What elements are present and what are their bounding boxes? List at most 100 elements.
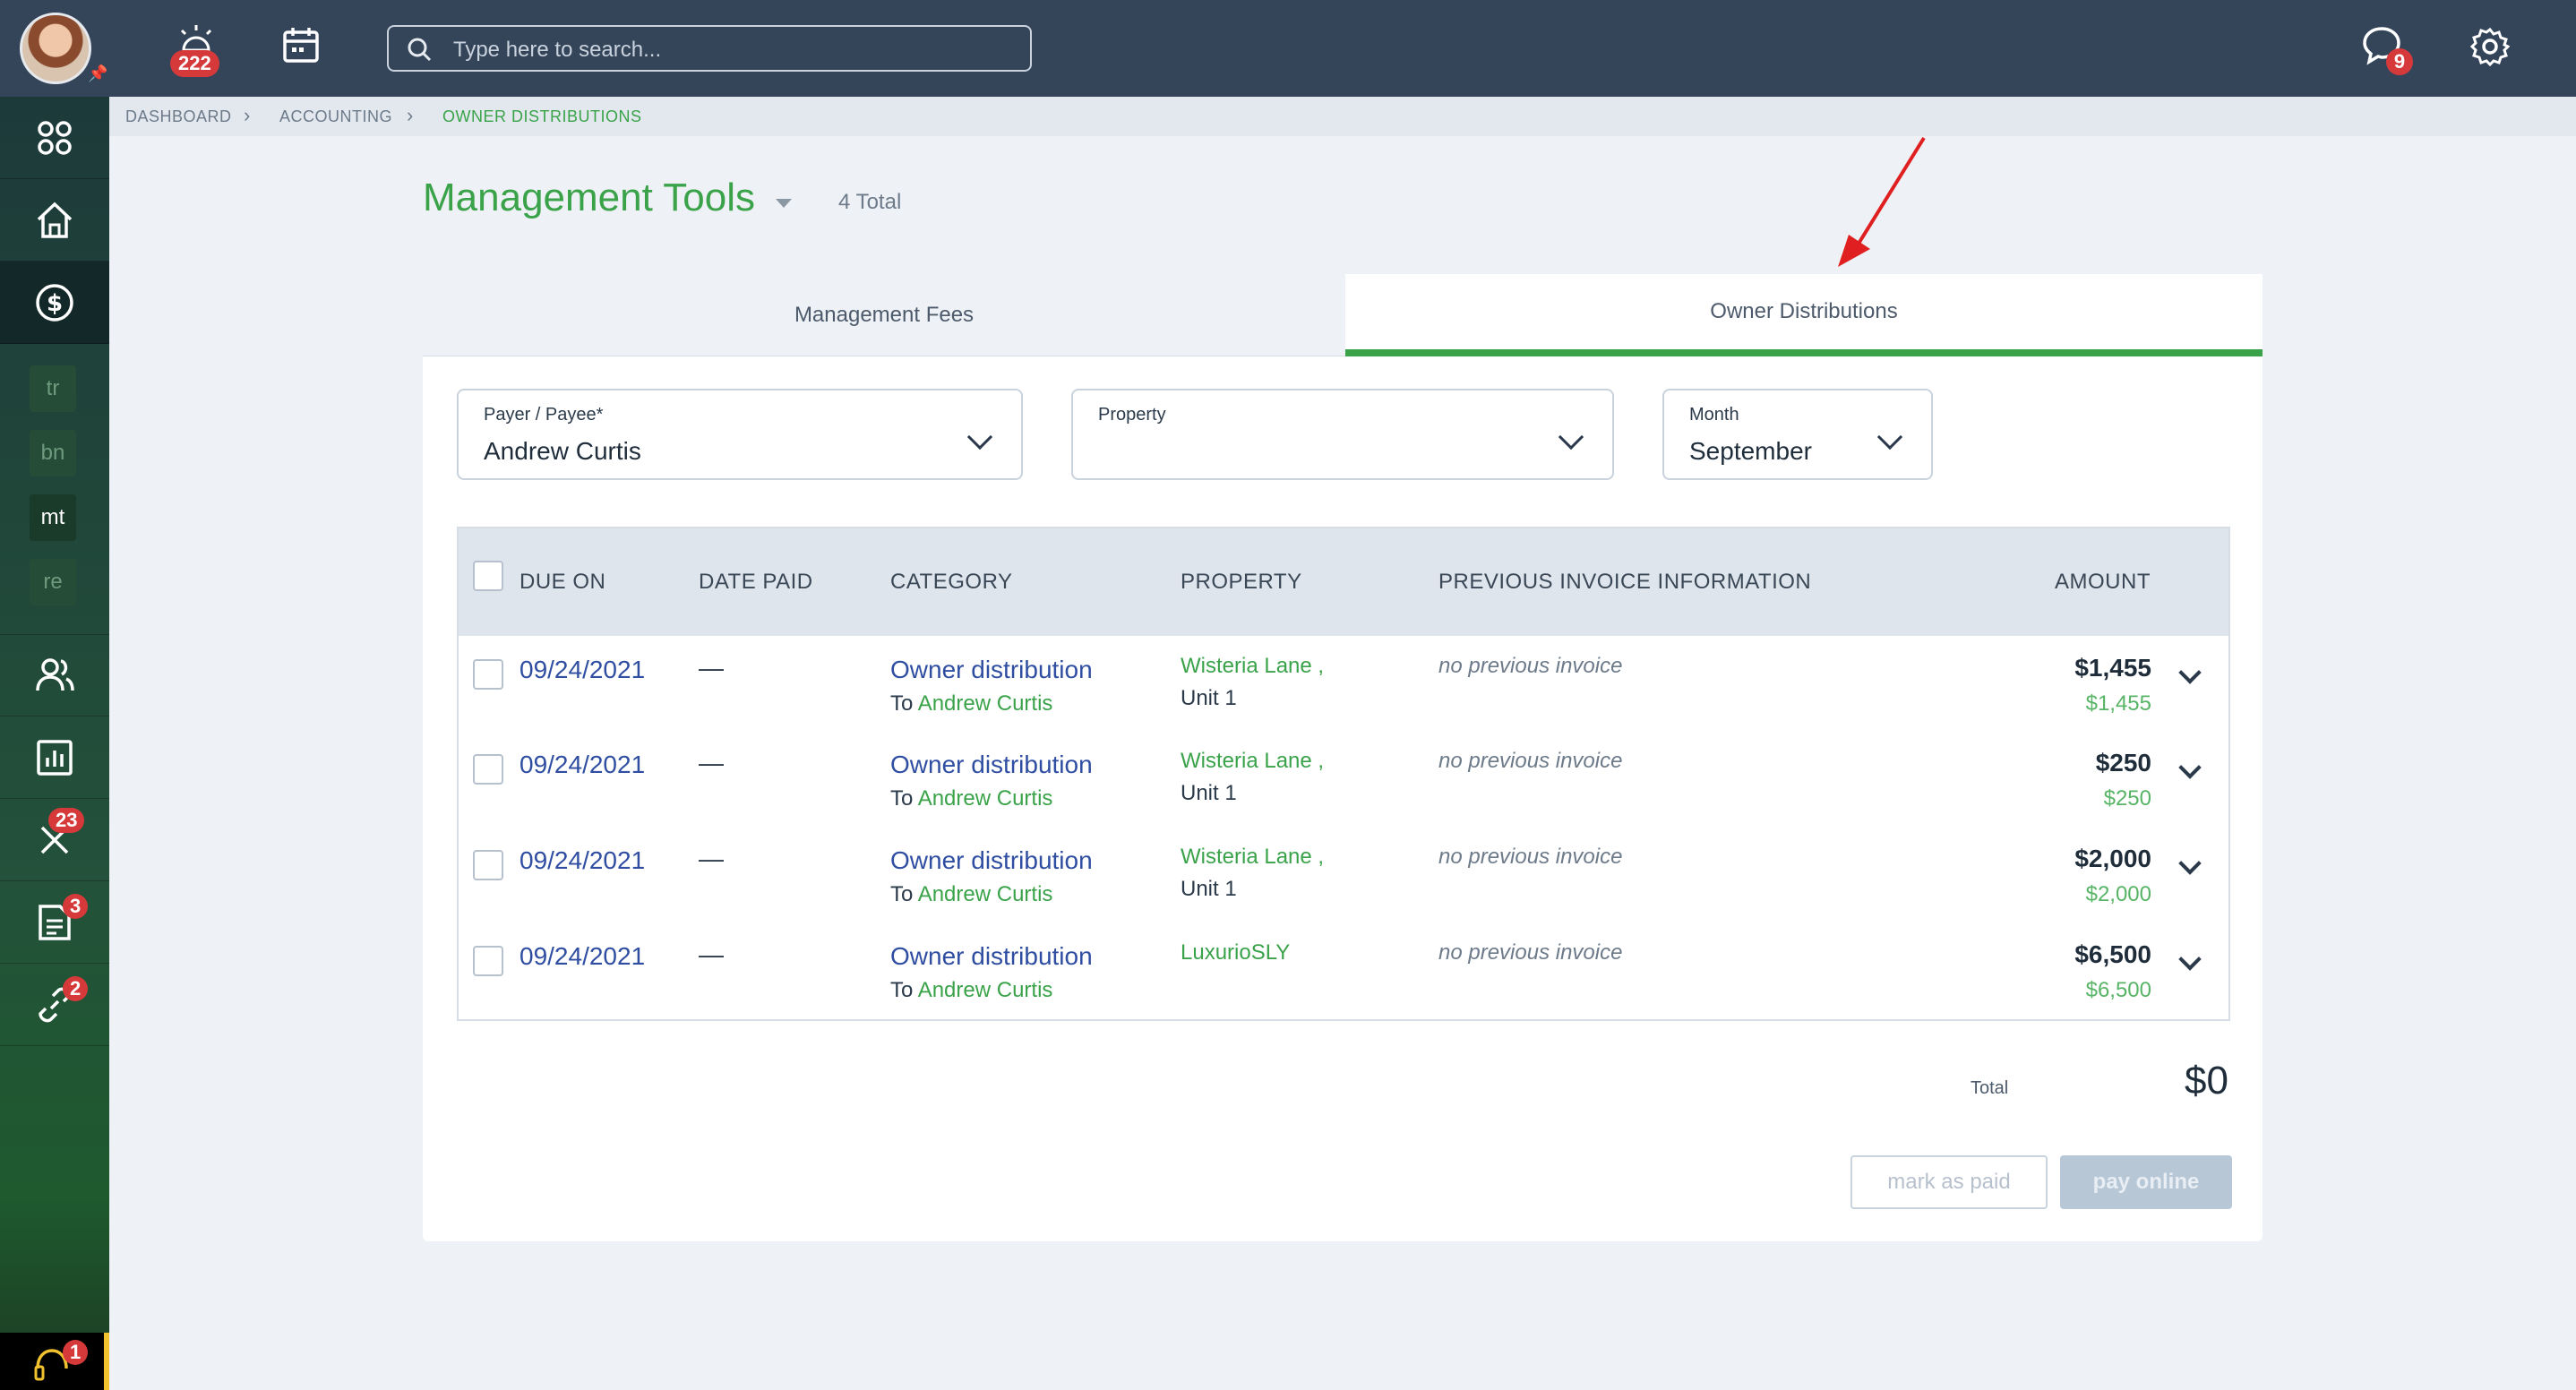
category-link[interactable]: Owner distribution [890, 751, 1093, 779]
previous-invoice: no previous invoice [1438, 749, 1623, 773]
table-row: 09/24/2021 — Owner distribution To Andre… [459, 924, 2228, 1019]
property-link[interactable]: LuxurioSLY [1181, 940, 1290, 965]
amount-remaining: $2,000 [2085, 882, 2151, 906]
alerts-button[interactable]: 222 [168, 23, 224, 77]
unit-label: Unit 1 [1181, 686, 1237, 710]
date-paid: — [699, 845, 724, 872]
payee-link[interactable]: Andrew Curtis [918, 786, 1053, 811]
shortcut-tr[interactable]: tr [30, 365, 76, 412]
property-select[interactable]: Property [1071, 389, 1614, 480]
payee-prefix: To [890, 978, 914, 1002]
settings-button[interactable] [2469, 27, 2511, 67]
row-checkbox[interactable] [473, 946, 503, 976]
breadcrumb-accounting[interactable]: ACCOUNTING [279, 107, 392, 126]
owner-distributions-card: Management Fees Owner Distributions Paye… [423, 274, 2263, 1241]
property-link[interactable]: Wisteria Lane , [1181, 654, 1324, 679]
column-amount[interactable]: AMOUNT [2055, 570, 2151, 595]
date-paid: — [699, 654, 724, 682]
payer-payee-label: Payer / Payee* [484, 405, 604, 425]
table-header: DUE ON DATE PAID CATEGORY PROPERTY PREVI… [459, 528, 2228, 636]
tab-management-fees[interactable]: Management Fees [423, 274, 1345, 356]
links-badge: 2 [63, 976, 89, 1001]
sidebar-item-apps[interactable] [0, 97, 109, 179]
shortcut-mt[interactable]: mt [30, 494, 76, 541]
amount: $250 [2095, 749, 2151, 777]
breadcrumb-dashboard[interactable]: DASHBOARD [125, 107, 232, 126]
payee-line: To Andrew Curtis [890, 882, 1052, 907]
chart-icon [37, 739, 73, 776]
shortcut-re[interactable]: re [30, 559, 76, 605]
chevron-down-icon [1558, 424, 1584, 450]
column-due-on[interactable]: DUE ON [519, 570, 605, 595]
shortcut-bn[interactable]: bn [30, 430, 76, 476]
payer-payee-value: Andrew Curtis [484, 437, 641, 465]
month-select[interactable]: Month September [1662, 389, 1933, 480]
distributions-table: DUE ON DATE PAID CATEGORY PROPERTY PREVI… [457, 527, 2230, 1021]
payee-link[interactable]: Andrew Curtis [918, 691, 1053, 716]
pin-icon: 📌 [88, 64, 108, 82]
tab-owner-distributions[interactable]: Owner Distributions [1345, 274, 2263, 356]
column-property[interactable]: PROPERTY [1181, 570, 1302, 595]
due-date-link[interactable]: 09/24/2021 [519, 656, 645, 684]
payee-line: To Andrew Curtis [890, 691, 1052, 716]
pay-online-button[interactable]: pay online [2060, 1155, 2232, 1209]
expand-chevron-icon[interactable] [2178, 756, 2202, 779]
sidebar-item-accounting[interactable]: $ [0, 262, 109, 344]
payee-prefix: To [890, 882, 914, 906]
row-checkbox[interactable] [473, 754, 503, 785]
svg-text:$: $ [47, 290, 63, 317]
column-date-paid[interactable]: DATE PAID [699, 570, 813, 595]
mark-as-paid-button[interactable]: mark as paid [1850, 1155, 2048, 1209]
property-link[interactable]: Wisteria Lane , [1181, 749, 1324, 774]
amount-remaining: $250 [2103, 786, 2151, 811]
sidebar-item-maintenance[interactable]: 23 [0, 799, 109, 881]
due-date-link[interactable]: 09/24/2021 [519, 751, 645, 779]
search-icon [408, 38, 432, 62]
calendar-icon [283, 28, 319, 63]
messages-button[interactable]: 9 [2361, 25, 2415, 79]
user-avatar[interactable] [20, 13, 91, 84]
caret-down-icon[interactable] [776, 199, 792, 208]
tools-badge: 23 [48, 808, 85, 833]
sidebar-item-documents[interactable]: 3 [0, 881, 109, 964]
expand-chevron-icon[interactable] [2178, 948, 2202, 971]
amount-remaining: $1,455 [2085, 691, 2151, 716]
sidebar-item-people[interactable] [0, 634, 109, 716]
gear-icon [2469, 27, 2511, 67]
column-category[interactable]: CATEGORY [890, 570, 1012, 595]
sidebar-item-reports[interactable] [0, 716, 109, 799]
search-input[interactable]: Type here to search... [387, 25, 1032, 72]
select-all-checkbox[interactable] [473, 561, 503, 591]
due-date-link[interactable]: 09/24/2021 [519, 846, 645, 875]
amount: $2,000 [2074, 845, 2151, 872]
date-paid: — [699, 749, 724, 777]
payee-link[interactable]: Andrew Curtis [918, 978, 1053, 1002]
due-date-link[interactable]: 09/24/2021 [519, 942, 645, 971]
page-title[interactable]: Management Tools [423, 176, 755, 220]
payee-line: To Andrew Curtis [890, 978, 1052, 1003]
row-checkbox[interactable] [473, 850, 503, 880]
property-link[interactable]: Wisteria Lane , [1181, 845, 1324, 870]
category-link[interactable]: Owner distribution [890, 656, 1093, 684]
sidebar: $ tr bn mt re 23 3 2 [0, 97, 109, 1390]
calendar-button[interactable] [281, 25, 321, 64]
previous-invoice: no previous invoice [1438, 940, 1623, 965]
people-icon [36, 658, 74, 691]
date-paid: — [699, 940, 724, 968]
payee-line: To Andrew Curtis [890, 786, 1052, 811]
sidebar-item-links[interactable]: 2 [0, 964, 109, 1046]
row-checkbox[interactable] [473, 659, 503, 690]
support-button[interactable]: 1 [0, 1333, 109, 1390]
sidebar-item-home[interactable] [0, 179, 109, 262]
dollar-circle-icon: $ [36, 283, 73, 322]
column-previous-invoice[interactable]: PREVIOUS INVOICE INFORMATION [1438, 570, 1811, 595]
category-link[interactable]: Owner distribution [890, 846, 1093, 875]
chevron-right-icon: › [244, 104, 251, 126]
tab-bar: Management Fees Owner Distributions [423, 274, 2263, 356]
payer-payee-select[interactable]: Payer / Payee* Andrew Curtis [457, 389, 1023, 480]
expand-chevron-icon[interactable] [2178, 661, 2202, 684]
expand-chevron-icon[interactable] [2178, 852, 2202, 875]
category-link[interactable]: Owner distribution [890, 942, 1093, 971]
payee-link[interactable]: Andrew Curtis [918, 882, 1053, 906]
previous-invoice: no previous invoice [1438, 845, 1623, 869]
